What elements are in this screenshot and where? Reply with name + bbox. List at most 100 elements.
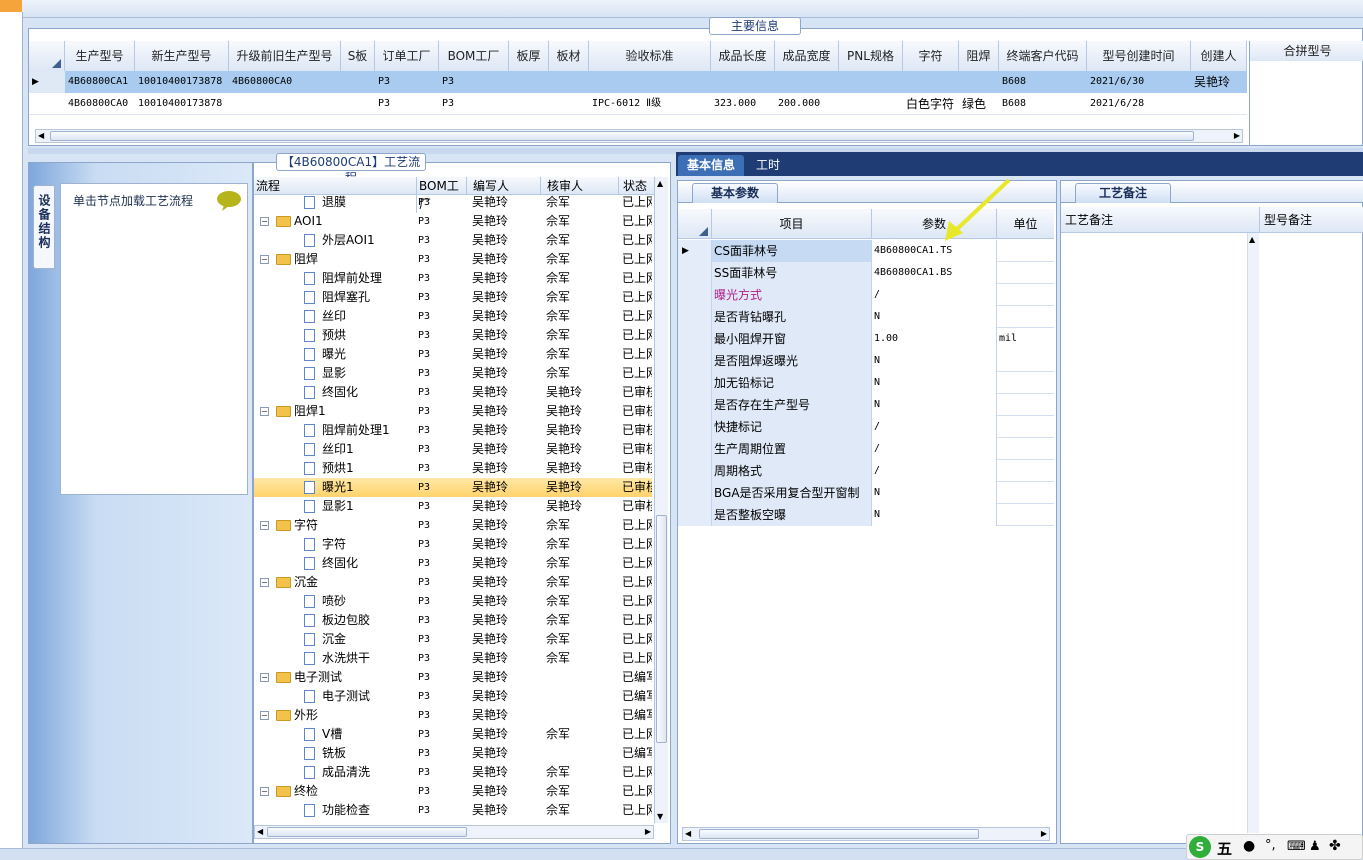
flow-row[interactable]: − 外形 P3 吴艳玲 已编写 (254, 706, 652, 725)
param-row[interactable]: 是否背钻曝孔 N (678, 306, 1054, 328)
flow-row[interactable]: 沉金 P3 吴艳玲 佘军 已上网 (254, 630, 652, 649)
header-corner[interactable] (678, 209, 712, 239)
col-header[interactable]: 字符 (903, 41, 959, 71)
col-header[interactable]: 成品宽度 (775, 41, 839, 71)
col-header[interactable]: 生产型号 (65, 41, 135, 71)
col-header[interactable]: 板厚 (509, 41, 549, 71)
param-value[interactable]: N (872, 394, 997, 416)
param-row[interactable]: 是否存在生产型号 N (678, 394, 1054, 416)
scroll-thumb[interactable] (699, 829, 979, 839)
param-row[interactable]: 最小阻焊开窗 1.00 mil (678, 328, 1054, 350)
col-header[interactable]: 验收标准 (589, 41, 711, 71)
param-value[interactable]: N (872, 306, 997, 328)
param-value[interactable]: / (872, 416, 997, 438)
flow-row[interactable]: 丝印1 P3 吴艳玲 吴艳玲 已审核 (254, 440, 652, 459)
scroll-right-icon[interactable]: ▶ (1041, 828, 1047, 840)
tab-basic-info[interactable]: 基本信息 (678, 155, 744, 176)
fullwidth-icon[interactable]: ● (1243, 838, 1255, 854)
header-corner[interactable] (29, 41, 65, 71)
param-row[interactable]: 加无铅标记 N (678, 372, 1054, 394)
param-value[interactable]: / (872, 438, 997, 460)
flow-row[interactable]: − 字符 P3 吴艳玲 佘军 已上网 (254, 516, 652, 535)
col-header[interactable]: 升级前旧生产型号 (229, 41, 341, 71)
flow-row[interactable]: − 阻焊 P3 吴艳玲 佘军 已上网 (254, 250, 652, 269)
flow-row[interactable]: V槽 P3 吴艳玲 佘军 已上网 (254, 725, 652, 744)
equipment-tab[interactable]: 设备结构 (33, 185, 55, 269)
flow-row[interactable]: 阻焊前处理 P3 吴艳玲 佘军 已上网 (254, 269, 652, 288)
flow-row[interactable]: 外层AOI1 P3 吴艳玲 佘军 已上网 (254, 231, 652, 250)
scroll-thumb[interactable] (50, 131, 1194, 141)
sogou-logo-icon[interactable]: S (1189, 836, 1211, 858)
col-header[interactable]: 创建人 (1191, 41, 1247, 71)
scroll-left-icon[interactable]: ◀ (38, 130, 44, 142)
param-row[interactable]: BGA是否采用复合型开窗制作N (678, 482, 1054, 526)
remarks-scroll[interactable]: ▲ (1247, 233, 1259, 833)
collapse-icon[interactable]: − (260, 255, 269, 264)
collapse-icon[interactable]: − (260, 711, 269, 720)
ime-mode-label[interactable]: 五 (1217, 838, 1232, 859)
param-row[interactable]: 周期格式 / (678, 460, 1054, 482)
ime-toolbar[interactable]: S 五 ● °, ⌨ ♟ ✤ (1186, 834, 1363, 860)
flow-row[interactable]: 终固化 P3 吴艳玲 佘军 已上网 (254, 554, 652, 573)
param-row[interactable]: 是否整板空曝 N (678, 504, 1054, 526)
param-value[interactable]: N (872, 372, 997, 394)
main-info-hscroll[interactable]: ◀ ▶ (35, 129, 1243, 143)
params-hscroll[interactable]: ◀ ▶ (682, 827, 1050, 841)
flow-row[interactable]: 曝光 P3 吴艳玲 佘军 已上网 (254, 345, 652, 364)
param-value[interactable]: / (872, 284, 997, 306)
flow-row[interactable]: 板边包胶 P3 吴艳玲 佘军 已上网 (254, 611, 652, 630)
flow-row[interactable]: 喷砂 P3 吴艳玲 佘军 已上网 (254, 592, 652, 611)
param-row[interactable]: 生产周期位置 / (678, 438, 1054, 460)
col-header[interactable]: 新生产型号 (135, 41, 229, 71)
flow-row[interactable]: 功能检查 P3 吴艳玲 佘军 已上网 (254, 801, 652, 820)
scroll-right-icon[interactable]: ▶ (645, 826, 651, 838)
col-header[interactable]: 型号创建时间 (1087, 41, 1191, 71)
col-header[interactable]: 工艺备注 (1065, 211, 1113, 228)
table-row[interactable]: 4B60800CA0 10010400173878 P3 P3 IPC-6012… (29, 93, 1247, 115)
scroll-left-icon[interactable]: ◀ (685, 828, 691, 840)
col-header[interactable]: 成品长度 (711, 41, 775, 71)
flow-row[interactable]: 显影1 P3 吴艳玲 吴艳玲 已审核 (254, 497, 652, 516)
col-header[interactable]: 终端客户代码 (999, 41, 1087, 71)
flow-row[interactable]: 阻焊前处理1 P3 吴艳玲 吴艳玲 已审核 (254, 421, 652, 440)
punctuation-icon[interactable]: °, (1265, 838, 1276, 853)
tab-work-hours[interactable]: 工时 (748, 155, 788, 176)
collapse-icon[interactable]: − (260, 521, 269, 530)
scroll-up-icon[interactable]: ▲ (657, 179, 663, 188)
param-value[interactable]: N (872, 504, 997, 526)
collapse-icon[interactable]: − (260, 673, 269, 682)
flow-hscroll[interactable]: ◀ ▶ (254, 825, 654, 839)
keyboard-icon[interactable]: ⌨ (1287, 839, 1306, 854)
flow-row[interactable]: 预烘1 P3 吴艳玲 吴艳玲 已审核 (254, 459, 652, 478)
flow-row[interactable]: 退膜 P3 吴艳玲 佘军 已上网 (254, 193, 652, 212)
flow-row[interactable]: 曝光1 P3 吴艳玲 吴艳玲 已审核 (254, 478, 652, 497)
param-value[interactable]: 4B60800CA1.BS (872, 262, 997, 284)
col-header[interactable]: 项目 (712, 209, 872, 239)
scroll-thumb[interactable] (267, 827, 467, 837)
flow-row[interactable]: − AOI1 P3 吴艳玲 佘军 已上网 (254, 212, 652, 231)
flow-row[interactable]: − 终检 P3 吴艳玲 佘军 已上网 (254, 782, 652, 801)
flow-row[interactable]: 终固化 P3 吴艳玲 吴艳玲 已审核 (254, 383, 652, 402)
collapse-icon[interactable]: − (260, 407, 269, 416)
param-value[interactable]: N (872, 350, 997, 372)
params-title[interactable]: 基本参数 (692, 183, 778, 203)
col-header[interactable]: 订单工厂 (375, 41, 439, 71)
col-header[interactable]: 板材 (549, 41, 589, 71)
table-row[interactable]: ▶ 4B60800CA1 10010400173878 4B60800CA0 P… (29, 71, 1247, 93)
param-row[interactable]: 快捷标记 / (678, 416, 1054, 438)
flow-row[interactable]: 字符 P3 吴艳玲 佘军 已上网 (254, 535, 652, 554)
flow-row[interactable]: 成品清洗 P3 吴艳玲 佘军 已上网 (254, 763, 652, 782)
scroll-thumb[interactable] (656, 515, 667, 743)
param-row[interactable]: 曝光方式 / (678, 284, 1054, 306)
flow-row[interactable]: 阻焊塞孔 P3 吴艳玲 佘军 已上网 (254, 288, 652, 307)
flow-row[interactable]: 丝印 P3 吴艳玲 佘军 已上网 (254, 307, 652, 326)
flow-vscroll[interactable]: ▲ ▼ (654, 177, 668, 823)
collapse-icon[interactable]: − (260, 787, 269, 796)
flow-row[interactable]: − 电子测试 P3 吴艳玲 已编写 (254, 668, 652, 687)
flow-row[interactable]: 水洗烘干 P3 吴艳玲 佘军 已上网 (254, 649, 652, 668)
param-value[interactable]: N (872, 482, 997, 504)
param-value[interactable]: 1.00 (872, 328, 997, 350)
param-row[interactable]: 是否阻焊返曝光 N (678, 350, 1054, 372)
collapse-icon[interactable]: − (260, 578, 269, 587)
flow-row[interactable]: 铣板 P3 吴艳玲 已编写 (254, 744, 652, 763)
